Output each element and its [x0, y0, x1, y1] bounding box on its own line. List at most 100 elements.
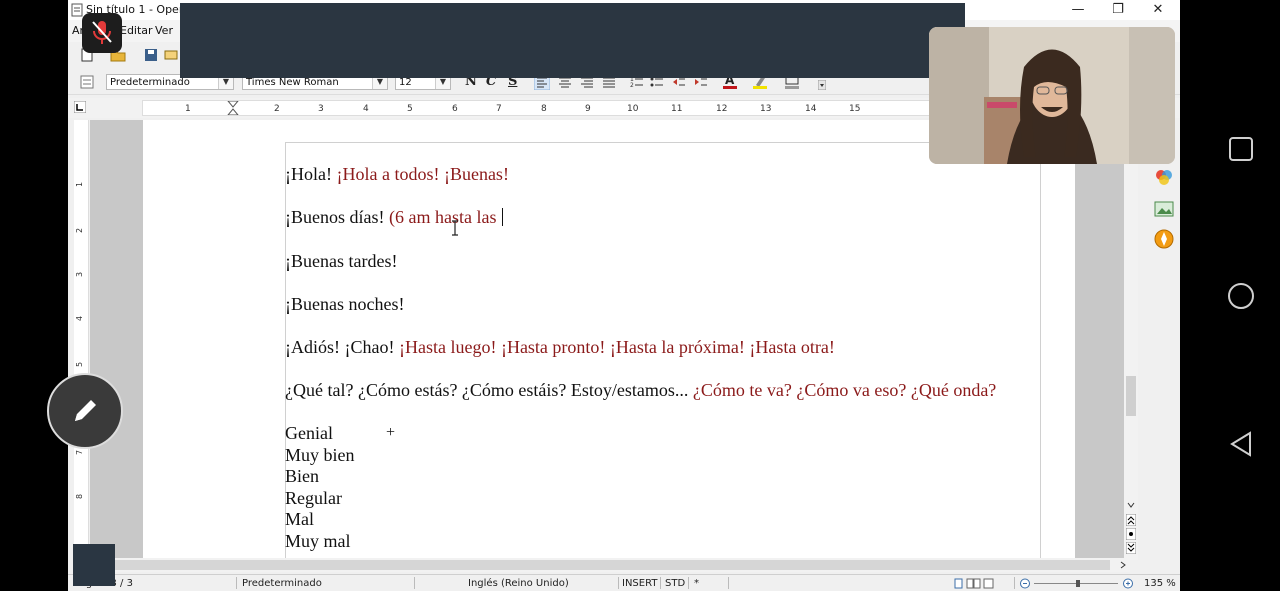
menu-ver[interactable]: Ver — [155, 24, 173, 37]
scroll-down-icon[interactable] — [1126, 500, 1136, 510]
muted-mic-button[interactable] — [82, 13, 122, 53]
screen-share-overlay — [180, 3, 965, 78]
list-item[interactable]: Mal — [285, 509, 314, 530]
doc-text: ¿Qué tal? ¿Cómo estás? ¿Cómo estáis? Est… — [285, 380, 693, 400]
divider — [1014, 577, 1015, 589]
language[interactable]: Inglés (Reino Unido) — [468, 578, 569, 589]
list-item[interactable]: Regular — [285, 488, 342, 509]
list-item[interactable]: Genial — [285, 423, 333, 444]
text-cursor — [501, 208, 503, 226]
ruler-tick: 8 — [541, 104, 547, 114]
android-nav-bar — [1202, 0, 1280, 591]
doc-text: ¡Buenas noches! — [285, 294, 405, 314]
vruler-tick: 1 — [75, 181, 85, 188]
list-item[interactable]: Bien — [285, 466, 319, 487]
menu-editar[interactable]: Editar — [120, 24, 153, 37]
minimize-button[interactable]: — — [1064, 1, 1092, 19]
vertical-ruler[interactable]: 1 2 3 4 5 6 7 8 — [74, 120, 89, 560]
modified-indicator: * — [694, 578, 699, 589]
doc-text: ¡Buenos días! — [285, 207, 389, 227]
sidebar-deck — [1150, 160, 1180, 560]
doc-text-red: ¿Cómo te va? ¿Cómo va eso? ¿Qué onda? — [692, 380, 997, 400]
maximize-button[interactable]: ❐ — [1104, 1, 1132, 19]
divider — [728, 577, 729, 589]
tab-stop-icon[interactable] — [74, 101, 86, 113]
insert-mode[interactable]: INSERT — [622, 578, 657, 589]
doc-text-red: ¡Hasta luego! ¡Hasta pronto! ¡Hasta la p… — [398, 337, 835, 357]
save-icon[interactable] — [144, 48, 158, 62]
styles-icon[interactable] — [80, 75, 94, 89]
doc-line[interactable]: ¡Buenos días! (6 am hasta las — [285, 207, 503, 228]
participant-video[interactable] — [929, 27, 1175, 164]
vertical-scrollbar[interactable] — [1124, 120, 1138, 560]
zoom-slider[interactable] — [1020, 578, 1136, 589]
image-icon[interactable] — [1153, 198, 1175, 220]
next-page-icon[interactable] — [1126, 542, 1136, 554]
document-page[interactable]: ¡Hola! ¡Hola a todos! ¡Buenas! ¡Buenos d… — [143, 120, 1075, 560]
close-button[interactable]: ✕ — [1144, 1, 1172, 19]
vruler-tick: 8 — [75, 493, 85, 500]
vruler-tick: 5 — [75, 361, 85, 368]
email-icon[interactable] — [164, 48, 178, 62]
ruler-tick: 2 — [274, 104, 280, 114]
navigator-dot-icon[interactable] — [1126, 528, 1136, 540]
ruler-tick: 7 — [496, 104, 502, 114]
doc-line[interactable]: ¡Buenas noches! — [285, 294, 404, 315]
ruler-tick: 13 — [760, 104, 772, 114]
vruler-tick: 3 — [75, 271, 85, 278]
divider — [688, 577, 689, 589]
paragraph-style-value: Predeterminado — [110, 77, 190, 88]
divider — [236, 577, 237, 589]
document-area: ¡Hola! ¡Hola a todos! ¡Buenas! ¡Buenos d… — [90, 120, 1130, 560]
horizontal-scrollbar[interactable] — [90, 558, 1130, 572]
page-style[interactable]: Predeterminado — [242, 578, 322, 589]
floating-thumbnail[interactable] — [73, 544, 115, 586]
ruler-tick: 10 — [627, 104, 639, 114]
recents-icon[interactable] — [1228, 136, 1254, 162]
home-icon[interactable] — [1227, 282, 1255, 310]
list-item[interactable]: Muy bien — [285, 445, 355, 466]
document-icon — [71, 3, 83, 17]
ruler-tick: 12 — [716, 104, 728, 114]
vruler-tick: 2 — [75, 227, 85, 234]
svg-text:2: 2 — [630, 82, 634, 89]
doc-line[interactable]: ¡Hola! ¡Hola a todos! ¡Buenas! — [285, 164, 509, 185]
i-beam-cursor-icon — [452, 220, 458, 236]
gallery-icon[interactable] — [1153, 166, 1175, 188]
vertical-scroll-thumb[interactable] — [1126, 376, 1136, 416]
previous-page-icon[interactable] — [1126, 514, 1136, 526]
font-name-value: Times New Roman — [246, 77, 339, 88]
divider — [414, 577, 415, 589]
ruler-tick: 11 — [671, 104, 683, 114]
ruler-tick: 9 — [585, 104, 591, 114]
person-video-image — [929, 27, 1175, 164]
ruler-tick: 5 — [407, 104, 413, 114]
ruler-tick: 14 — [805, 104, 817, 114]
doc-line[interactable]: ¡Buenas tardes! — [285, 251, 397, 272]
divider — [618, 577, 619, 589]
view-layout-icon[interactable] — [954, 578, 994, 589]
screen: Sin título 1 - OpenOf — ❐ ✕ Ar Editar Ve… — [0, 0, 1280, 591]
doc-line[interactable]: ¿Qué tal? ¿Cómo estás? ¿Cómo estáis? Est… — [285, 380, 996, 401]
doc-text: ¡Buenas tardes! — [285, 251, 398, 271]
ruler-tick: 3 — [318, 104, 324, 114]
doc-line[interactable]: ¡Adiós! ¡Chao! ¡Hasta luego! ¡Hasta pron… — [285, 337, 835, 358]
list-item[interactable]: Muy mal — [285, 531, 351, 552]
font-size-value: 12 — [399, 77, 412, 88]
doc-text: ¡Adiós! ¡Chao! — [285, 337, 399, 357]
zoom-level[interactable]: 135 % — [1144, 578, 1176, 589]
selection-mode[interactable]: STD — [665, 578, 685, 589]
mic-off-icon — [92, 21, 112, 44]
doc-text-red: (6 am hasta las — [388, 207, 501, 227]
scroll-right-icon[interactable] — [1118, 560, 1128, 570]
horizontal-scroll-thumb[interactable] — [90, 560, 1110, 570]
vruler-tick: 7 — [75, 449, 85, 456]
toolbar-overflow-icon[interactable] — [818, 80, 826, 90]
ruler-track[interactable]: 1 2 3 4 5 6 7 8 9 10 11 12 13 14 15 — [142, 100, 944, 116]
annotate-button[interactable] — [47, 373, 123, 449]
indent-marker-icon[interactable] — [227, 101, 239, 115]
back-icon[interactable] — [1228, 430, 1254, 458]
navigator-icon[interactable] — [1153, 228, 1175, 250]
ruler-tick: 6 — [452, 104, 458, 114]
ruler-tick: 15 — [849, 104, 861, 114]
